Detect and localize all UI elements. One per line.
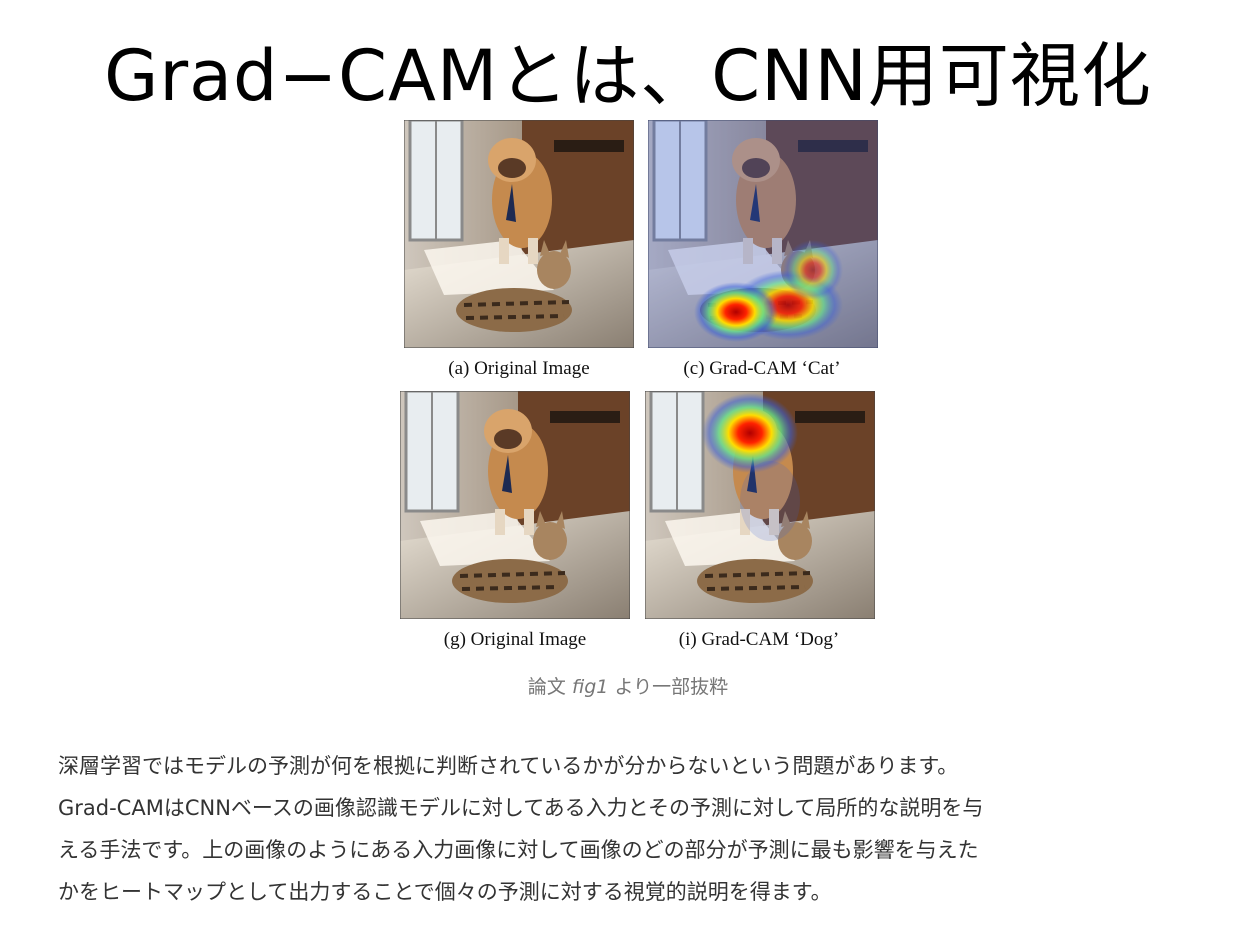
figure-panel-gradcam-dog bbox=[645, 391, 875, 619]
figure-panel-original-g bbox=[400, 391, 630, 619]
figure-caption-g: (g) Original Image bbox=[443, 629, 587, 650]
figure-source-suffix: より一部抜粋 bbox=[608, 676, 729, 698]
body-line: える手法です。上の画像のようにある入力画像に対して画像のどの部分が予測に最も影響… bbox=[58, 838, 979, 862]
body-line: Grad-CAMはCNNベースの画像認識モデルに対してある入力とその予測に対して… bbox=[58, 796, 984, 820]
figure-panel-original-a bbox=[404, 120, 634, 348]
figure-panel-gradcam-cat bbox=[648, 120, 878, 348]
figure-caption-a: (a) Original Image bbox=[448, 358, 590, 379]
body-line: かをヒートマップとして出力することで個々の予測に対する視覚的説明を得ます。 bbox=[58, 880, 832, 904]
figure-source-prefix: 論文 bbox=[527, 676, 572, 698]
figure-source-em: fig1 bbox=[571, 676, 609, 698]
figure-caption-c: (c) Grad-CAM ‘Cat’ bbox=[683, 358, 841, 379]
body-line: 深層学習ではモデルの予測が何を根拠に判断されているかが分からないという問題があり… bbox=[58, 754, 959, 778]
grad-cam-figure: (a) Original Image (c) Grad-CAM ‘Cat’ (g… bbox=[399, 118, 879, 663]
body-paragraph: 深層学習ではモデルの予測が何を根拠に判断されているかが分からないという問題があり… bbox=[58, 745, 1218, 913]
figure-caption-i: (i) Grad-CAM ‘Dog’ bbox=[678, 629, 840, 650]
figure-source-caption: 論文 fig1 より一部抜粋 bbox=[0, 672, 1256, 699]
page-title: Grad−CAMとは、CNN用可視化 bbox=[104, 35, 1152, 117]
